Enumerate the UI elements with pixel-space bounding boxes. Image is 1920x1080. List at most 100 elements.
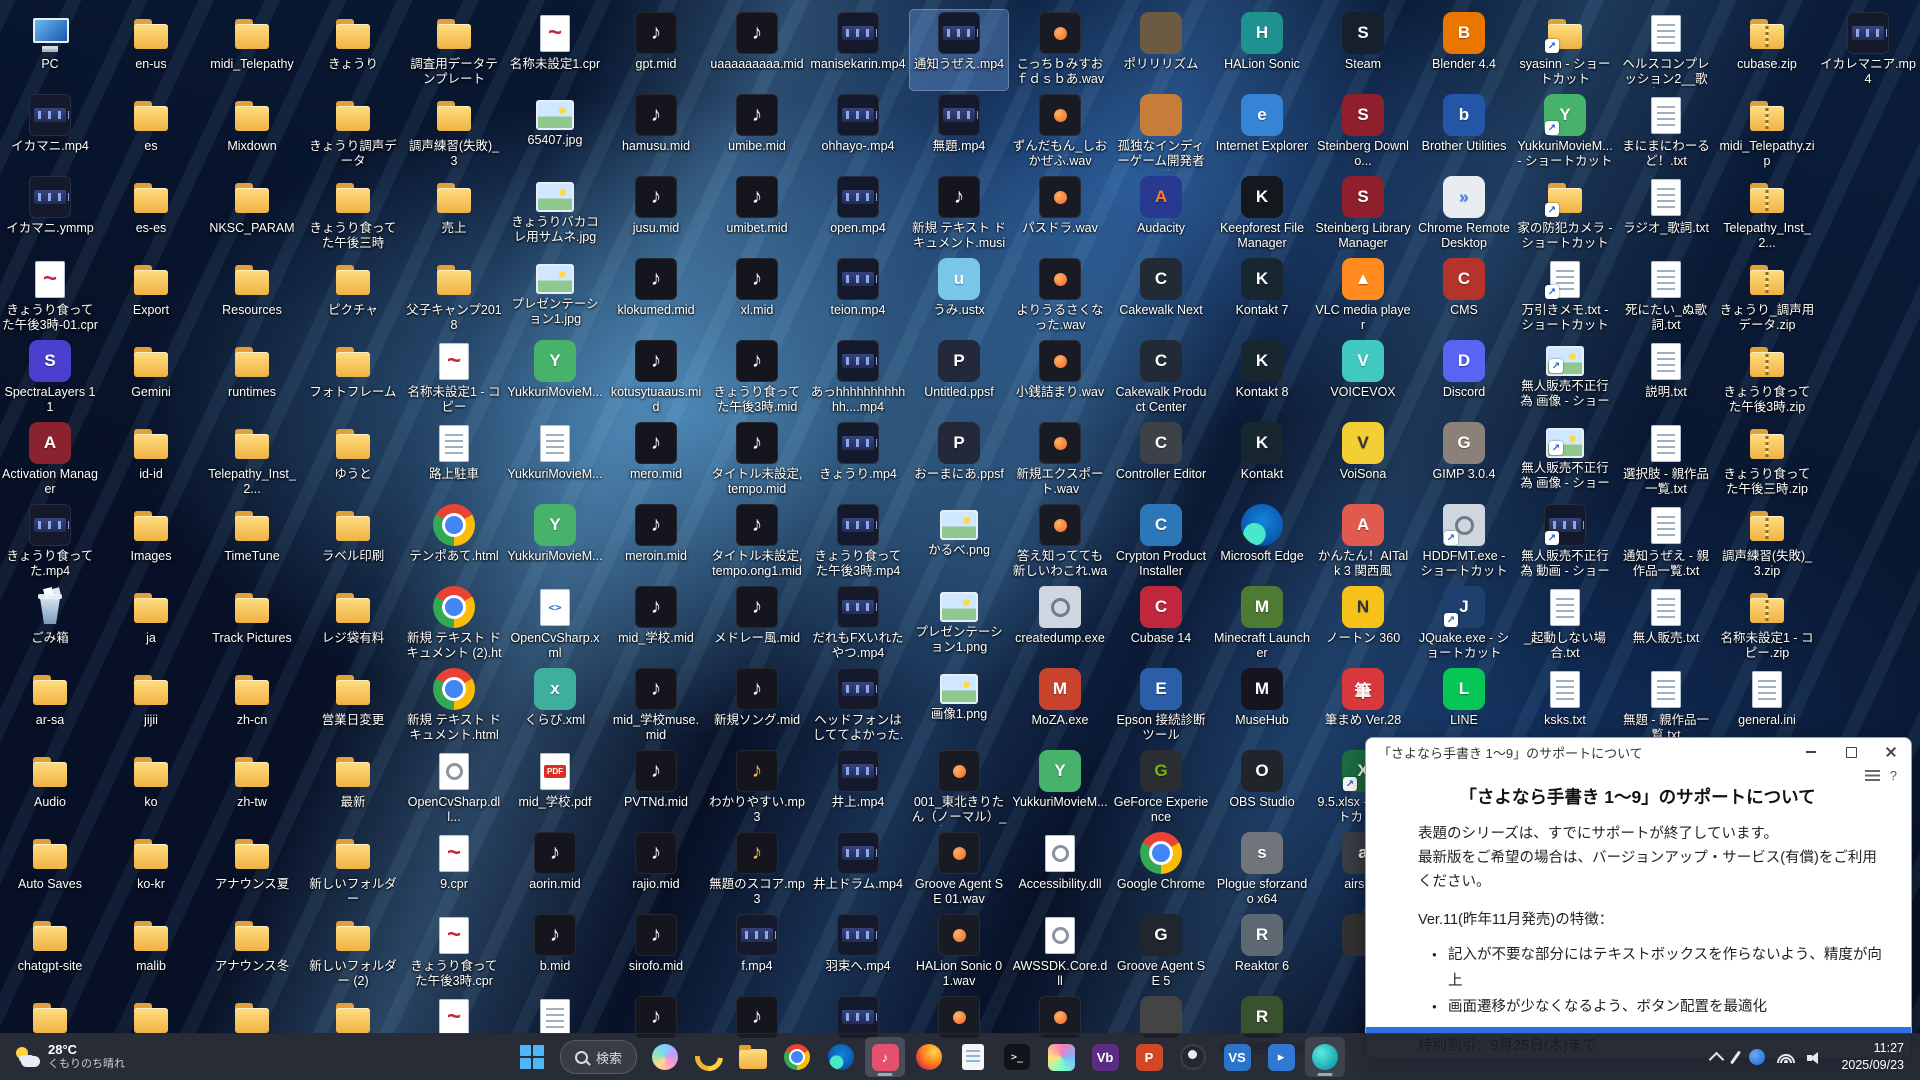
desktop-icon[interactable]: HDDFMT.exe - ショートカット xyxy=(1415,502,1513,582)
desktop-icon[interactable]: きょうり_調声用データ.zip xyxy=(1718,256,1816,336)
desktop-icon[interactable]: f.mp4 xyxy=(708,912,806,992)
desktop-icon[interactable]: 9.cpr xyxy=(405,830,503,910)
desktop-icon[interactable]: mid_学校muse.mid xyxy=(607,666,705,746)
desktop-icon[interactable]: Resources xyxy=(203,256,301,336)
desktop-icon[interactable]: Pおーまにあ.ppsf xyxy=(910,420,1008,500)
desktop-icon[interactable]: HHALion Sonic xyxy=(1213,10,1311,90)
desktop-icon[interactable]: タイトル未設定, tempo.mid xyxy=(708,420,806,500)
desktop-icon[interactable]: 無人販売不正行為 画像 - ショートカット xyxy=(1516,338,1614,418)
dialog-titlebar[interactable]: 「さよなら手書き 1～9」のサポートについて xyxy=(1366,738,1911,766)
desktop-icon[interactable]: OpenCvSharp.xml xyxy=(506,584,604,664)
desktop-icon[interactable]: malib xyxy=(102,912,200,992)
desktop-icon[interactable]: こっちｂみすおｆｄｓｂあ.wav xyxy=(1011,10,1109,90)
desktop-icon[interactable]: きょうり食ってた午後3時.mp4 xyxy=(809,502,907,582)
desktop-icon[interactable]: 名称未設定1 - コピー xyxy=(405,338,503,418)
desktop-icon[interactable]: ohhayo-.mp4 xyxy=(809,92,907,172)
desktop-icon[interactable]: きょうり食ってた午後3時.cpr xyxy=(405,912,503,992)
desktop-icon[interactable]: _起動しない場合.txt xyxy=(1516,584,1614,664)
desktop-icon[interactable]: MMoZA.exe xyxy=(1011,666,1109,746)
desktop-icon[interactable]: 画像1.png xyxy=(910,666,1008,746)
desktop-icon[interactable]: 調声練習(失敗)_3.zip xyxy=(1718,502,1816,582)
desktop-icon[interactable]: AActivation Manager xyxy=(1,420,99,500)
desktop-icon[interactable]: 万引きメモ.txt - ショートカット xyxy=(1516,256,1614,336)
desktop-icon[interactable]: 死にたい_ぬ歌詞.txt xyxy=(1617,256,1715,336)
desktop-icon[interactable]: CCMS xyxy=(1415,256,1513,336)
desktop-icon[interactable]: きょうりバカコレ用サムネ.jpg xyxy=(506,174,604,254)
desktop-icon[interactable]: ラベル印刷 xyxy=(304,502,402,582)
desktop-icon[interactable]: きょうり.mp4 xyxy=(809,420,907,500)
desktop-icon[interactable]: Gemini xyxy=(102,338,200,418)
desktop-icon[interactable]: YYukkuriMovieM... xyxy=(506,338,604,418)
music-app-icon[interactable]: ♪ xyxy=(865,1037,905,1077)
desktop-icon[interactable]: プレゼンテーション1.jpg xyxy=(506,256,604,336)
pen-icon[interactable] xyxy=(1730,1050,1741,1064)
desktop-icon[interactable]: GGroove Agent SE 5 xyxy=(1112,912,1210,992)
desktop-icon[interactable]: ヘッドフォンはしててよかった.mp4 xyxy=(809,666,907,746)
desktop-icon[interactable]: bBrother Utilities xyxy=(1415,92,1513,172)
desktop-icon[interactable]: AWSSDK.Core.dll xyxy=(1011,912,1109,992)
desktop-icon[interactable]: Nノートン 360 xyxy=(1314,584,1412,664)
desktop-icon[interactable]: cubase.zip xyxy=(1718,10,1816,90)
desktop-icon[interactable]: CController Editor xyxy=(1112,420,1210,500)
desktop-icon[interactable]: きょうり食ってた午後3時-01.cpr xyxy=(1,256,99,336)
clock[interactable]: 11:27 2025/09/23 xyxy=(1835,1036,1910,1078)
desktop-icon[interactable]: 新規 テキスト ドキュメント.musicxml xyxy=(910,174,1008,254)
desktop-icon[interactable]: Microsoft Edge xyxy=(1213,502,1311,582)
desktop-icon[interactable]: YYukkuriMovieM... xyxy=(1011,748,1109,828)
desktop-icon[interactable]: VVoiSona xyxy=(1314,420,1412,500)
desktop-icon[interactable]: uうみ.ustx xyxy=(910,256,1008,336)
desktop-icon[interactable]: Auto Saves xyxy=(1,830,99,910)
banana-app-icon[interactable] xyxy=(689,1037,729,1077)
desktop-icon[interactable]: ヘルスコンプレッション2__歌詞.txt xyxy=(1617,10,1715,90)
desktop-icon[interactable]: YYukkuriMovieM... xyxy=(506,502,604,582)
desktop-icon[interactable]: KKontakt xyxy=(1213,420,1311,500)
desktop-icon[interactable]: 無人販売.txt xyxy=(1617,584,1715,664)
terminal-icon[interactable] xyxy=(997,1037,1037,1077)
desktop-icon[interactable]: rajio.mid xyxy=(607,830,705,910)
desktop-icon[interactable]: AAudacity xyxy=(1112,174,1210,254)
desktop-icon[interactable]: PUntitled.ppsf xyxy=(910,338,1008,418)
desktop-icon[interactable]: 新しいフォルダー (2) xyxy=(304,912,402,992)
desktop-icon[interactable]: わかりやすい.mp3 xyxy=(708,748,806,828)
desktop-icon[interactable]: Aかんたん！AITalk 3 関西風 xyxy=(1314,502,1412,582)
desktop-icon[interactable]: Track Pictures xyxy=(203,584,301,664)
desktop-icon[interactable]: DDiscord xyxy=(1415,338,1513,418)
desktop-icon[interactable]: EEpson 接続診断ツール xyxy=(1112,666,1210,746)
explorer-shortcut-icon[interactable]: ▸ xyxy=(1261,1037,1301,1077)
desktop-icon[interactable]: NKSC_PARAM xyxy=(203,174,301,254)
desktop-icon[interactable]: レジ袋有料 xyxy=(304,584,402,664)
desktop-icon[interactable]: 答え知ってても新しいわこれ.wav xyxy=(1011,502,1109,582)
desktop-icon[interactable]: »Chrome Remote Desktop xyxy=(1415,174,1513,254)
desktop-icon[interactable]: PVTNd.mid xyxy=(607,748,705,828)
desktop-icon[interactable]: GGeForce Experience xyxy=(1112,748,1210,828)
paint-app-icon[interactable] xyxy=(1041,1037,1081,1077)
desktop-icon[interactable]: klokumed.mid xyxy=(607,256,705,336)
edge-icon[interactable] xyxy=(821,1037,861,1077)
desktop-icon[interactable]: 新規ソング.mid xyxy=(708,666,806,746)
desktop-icon[interactable]: 001_東北きりたん（ノーマル）_少しや... xyxy=(910,748,1008,828)
help-icon[interactable] xyxy=(1890,768,1897,783)
desktop-icon[interactable]: mid_学校.pdf xyxy=(506,748,604,828)
desktop-icon[interactable]: umibet.mid xyxy=(708,174,806,254)
desktop-icon[interactable]: OpenCvSharp.dll... xyxy=(405,748,503,828)
desktop-icon[interactable]: 無題 - 親作品一覧.txt xyxy=(1617,666,1715,746)
desktop-icon[interactable]: LLINE xyxy=(1415,666,1513,746)
desktop-icon[interactable]: YYukkuriMovieM... - ショートカット xyxy=(1516,92,1614,172)
desktop-icon[interactable]: jijii xyxy=(102,666,200,746)
desktop-icon[interactable]: パスドラ.wav xyxy=(1011,174,1109,254)
chrome-icon[interactable] xyxy=(777,1037,817,1077)
desktop-icon[interactable]: きょうり食ってた午後3時.zip xyxy=(1718,338,1816,418)
desktop-icon[interactable]: mero.mid xyxy=(607,420,705,500)
desktop-icon[interactable]: TimeTune xyxy=(203,502,301,582)
teal-app-icon[interactable] xyxy=(1305,1037,1345,1077)
desktop-icon[interactable]: 小銭詰まり.wav xyxy=(1011,338,1109,418)
start-button[interactable] xyxy=(512,1037,552,1077)
desktop-icon[interactable]: umibe.mid xyxy=(708,92,806,172)
desktop-icon[interactable]: general.ini xyxy=(1718,666,1816,746)
desktop-icon[interactable]: KKontakt 8 xyxy=(1213,338,1311,418)
desktop-icon[interactable]: KKontakt 7 xyxy=(1213,256,1311,336)
visual-studio-icon[interactable]: VS xyxy=(1217,1037,1257,1077)
desktop-icon[interactable]: id-id xyxy=(102,420,200,500)
desktop-icon[interactable]: CCubase 14 xyxy=(1112,584,1210,664)
desktop-icon[interactable]: よりうるさくなった.wav xyxy=(1011,256,1109,336)
